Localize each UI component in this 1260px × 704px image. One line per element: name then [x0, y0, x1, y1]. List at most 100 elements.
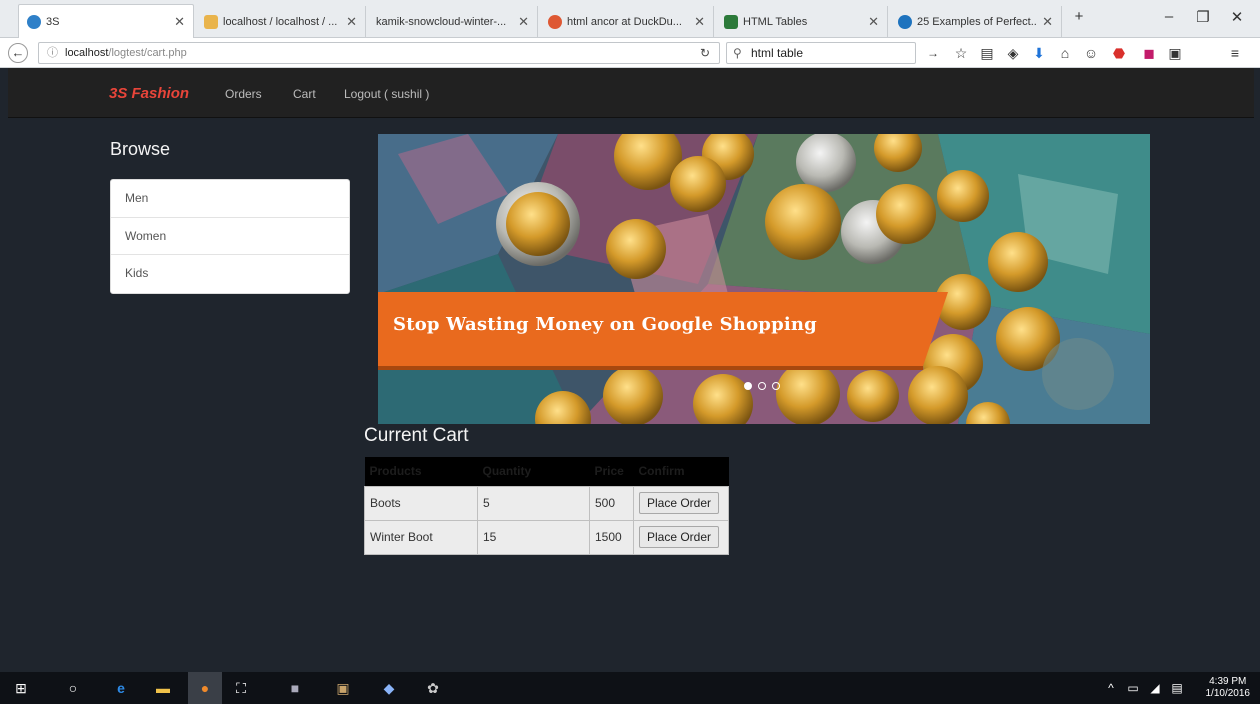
- tab-favicon-icon: [27, 14, 41, 29]
- nav-link-logout[interactable]: Logout ( sushil ): [344, 87, 429, 101]
- tab-title: kamik-snowcloud-winter-...: [376, 16, 507, 28]
- carousel-indicator-3[interactable]: [772, 382, 780, 390]
- search-input[interactable]: ⚲ html table: [726, 42, 916, 64]
- menu-hamburger-icon[interactable]: ≡: [1226, 45, 1244, 61]
- browse-heading: Browse: [110, 139, 171, 159]
- column-header-price: Price: [589, 457, 634, 486]
- address-bar[interactable]: ⓘ localhost/logtest/cart.php: [38, 42, 720, 64]
- close-tab-icon[interactable]: ✕: [174, 14, 185, 30]
- bookmarks-library-icon[interactable]: ▤: [978, 45, 996, 61]
- tab-favicon-icon: [724, 15, 738, 29]
- tab-favicon-icon: [548, 15, 562, 29]
- tab-25-examples[interactable]: 25 Examples of Perfect... ✕: [890, 6, 1062, 38]
- restore-icon[interactable]: ❐: [1188, 8, 1218, 26]
- product-cell: Boots: [364, 485, 478, 521]
- category-item-women[interactable]: Women: [111, 218, 349, 255]
- store-icon[interactable]: ⛶: [232, 680, 250, 696]
- place-order-button[interactable]: Place Order: [639, 492, 720, 514]
- pocket-icon[interactable]: ◈: [1004, 45, 1022, 61]
- cart-heading: Current Cart: [364, 425, 469, 446]
- tab-title: html ancor at DuckDu...: [567, 16, 682, 28]
- banner-carousel[interactable]: [378, 134, 1150, 424]
- url-host: localhost: [65, 47, 109, 59]
- confirm-cell: Place Order: [633, 485, 729, 521]
- app-icon[interactable]: ■: [286, 680, 304, 696]
- new-tab-icon[interactable]: +: [1064, 8, 1094, 25]
- carousel-indicator-1[interactable]: [744, 382, 752, 390]
- adblock-icon[interactable]: ⬣: [1110, 45, 1128, 61]
- search-icon: ⚲: [733, 46, 742, 60]
- close-tab-icon[interactable]: ✕: [518, 14, 529, 30]
- price-cell: 500: [589, 485, 634, 521]
- column-header-confirm: Confirm: [633, 457, 729, 486]
- close-tab-icon[interactable]: ✕: [1042, 14, 1053, 30]
- nav-link-cart[interactable]: Cart: [293, 87, 316, 101]
- system-clock[interactable]: 4:39 PM 1/10/2016: [1206, 676, 1251, 700]
- category-item-kids[interactable]: Kids: [111, 255, 349, 293]
- extension-icon[interactable]: ◼: [1140, 45, 1158, 61]
- carousel-indicator-2[interactable]: [758, 382, 766, 390]
- category-item-men[interactable]: Men: [111, 180, 349, 218]
- clock-date: 1/10/2016: [1205, 688, 1251, 699]
- url-path: /logtest/cart.php: [108, 47, 187, 59]
- page-info-icon[interactable]: ⓘ: [47, 43, 58, 63]
- bookmark-star-icon[interactable]: ☆: [952, 45, 970, 61]
- tab-favicon-icon: [204, 15, 218, 29]
- tab-title: 3S: [46, 15, 60, 28]
- file-explorer-icon[interactable]: ▬: [154, 680, 172, 696]
- browser-tab-bar: 3S ✕ localhost / localhost / ... ✕ kamik…: [0, 0, 1260, 38]
- tab-favicon-icon: [898, 15, 912, 29]
- close-window-icon[interactable]: ✕: [1222, 8, 1252, 26]
- firefox-icon[interactable]: ●: [196, 680, 214, 696]
- notifications-icon[interactable]: ▤: [1168, 680, 1186, 696]
- quantity-cell: 15: [477, 519, 590, 555]
- nav-link-orders[interactable]: Orders: [225, 87, 262, 101]
- app-icon[interactable]: ✿: [424, 680, 442, 696]
- quantity-cell: 5: [477, 485, 590, 521]
- search-go-icon[interactable]: →: [924, 45, 942, 61]
- tab-3s[interactable]: 3S ✕: [18, 4, 194, 38]
- browser-nav-bar: ← ⓘ localhost/logtest/cart.php ↻ ⚲ html …: [0, 38, 1260, 68]
- site-navbar: 3S Fashion Orders Cart Logout ( sushil ): [8, 68, 1254, 118]
- tab-duckduckgo[interactable]: html ancor at DuckDu... ✕: [540, 6, 714, 38]
- edge-browser-icon[interactable]: e: [112, 680, 130, 696]
- brand-logo[interactable]: 3S Fashion: [109, 85, 189, 102]
- network-icon[interactable]: ◢: [1146, 680, 1164, 696]
- cortana-search-icon[interactable]: ○: [64, 680, 82, 696]
- tab-phpmyadmin[interactable]: localhost / localhost / ... ✕: [196, 6, 366, 38]
- close-tab-icon[interactable]: ✕: [868, 14, 879, 30]
- column-header-quantity: Quantity: [477, 457, 590, 486]
- web-page: 3S Fashion Orders Cart Logout ( sushil )…: [0, 68, 1260, 672]
- back-arrow-icon[interactable]: ←: [8, 43, 28, 63]
- windows-taskbar: ⊞ ○ e ▬ ● ⛶ ■ ▣ ◆ ✿ ^ ▭ ◢ ▤ 4:39 PM 1/10…: [0, 672, 1260, 704]
- windows-start-icon[interactable]: ⊞: [12, 680, 30, 696]
- extension-icon[interactable]: ▣: [1166, 45, 1184, 61]
- banner-headline: Stop Wasting Money on Google Shopping: [393, 314, 817, 335]
- tab-title: 25 Examples of Perfect...: [917, 16, 1037, 28]
- app-icon[interactable]: ◆: [380, 680, 398, 696]
- reload-icon[interactable]: ↻: [700, 46, 710, 60]
- category-list: Men Women Kids: [110, 179, 350, 294]
- close-tab-icon[interactable]: ✕: [694, 14, 705, 30]
- tab-title: localhost / localhost / ...: [223, 16, 338, 28]
- close-tab-icon[interactable]: ✕: [346, 14, 357, 30]
- search-value: html table: [751, 46, 804, 60]
- confirm-cell: Place Order: [633, 519, 729, 555]
- downloads-icon[interactable]: ⬇: [1030, 45, 1048, 61]
- column-header-products: Products: [364, 457, 478, 486]
- tab-kamik[interactable]: kamik-snowcloud-winter-... ✕: [368, 6, 538, 38]
- clock-time: 4:39 PM: [1209, 676, 1247, 687]
- hello-icon[interactable]: ☺: [1082, 45, 1100, 61]
- table-header-row: Products Quantity Price Confirm: [364, 457, 729, 486]
- tray-overflow-icon[interactable]: ^: [1102, 680, 1120, 696]
- minimize-icon[interactable]: –: [1154, 8, 1184, 25]
- home-icon[interactable]: ⌂: [1056, 45, 1074, 61]
- app-icon[interactable]: ▣: [334, 680, 352, 696]
- banner-image: [378, 134, 1150, 424]
- place-order-button[interactable]: Place Order: [639, 526, 720, 548]
- product-cell: Winter Boot: [364, 519, 478, 555]
- battery-icon[interactable]: ▭: [1124, 680, 1142, 696]
- tab-title: HTML Tables: [743, 16, 808, 28]
- cart-table: Products Quantity Price Confirm Boots 5 …: [364, 457, 729, 555]
- tab-html-tables[interactable]: HTML Tables ✕: [716, 6, 888, 38]
